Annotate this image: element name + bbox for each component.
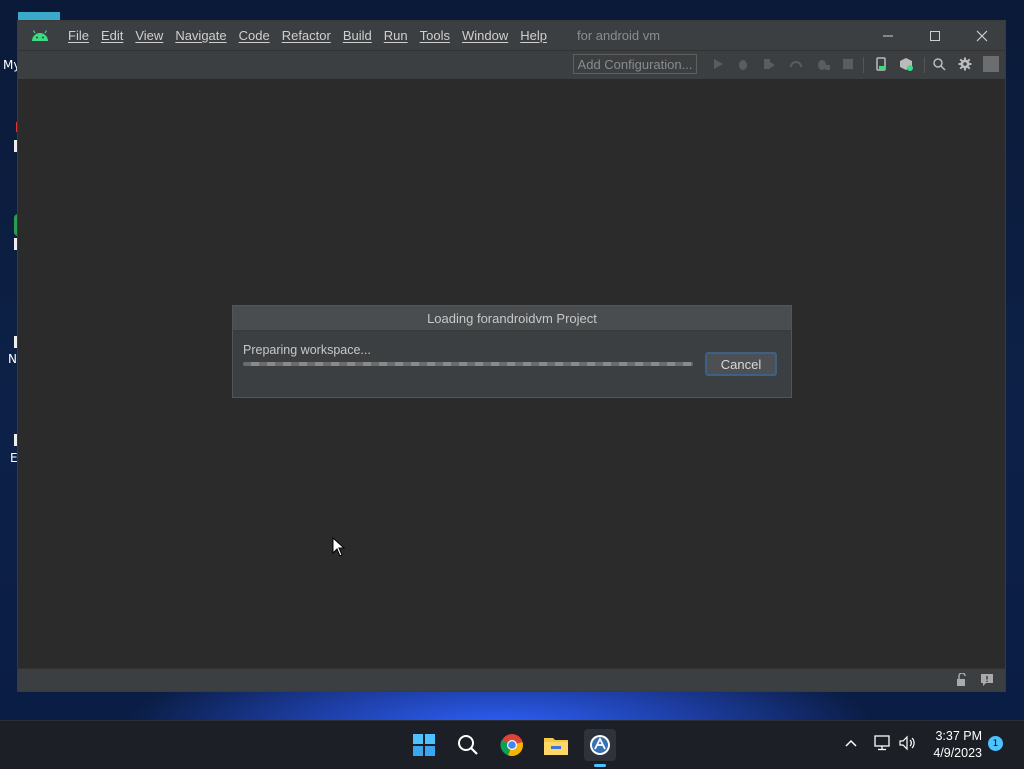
progress-bar: [243, 362, 693, 366]
menu-tools[interactable]: Tools: [414, 28, 456, 43]
menu-navigate[interactable]: Navigate: [169, 28, 232, 43]
main-toolbar: Add Configuration...: [18, 50, 1005, 80]
read-only-toggle-icon[interactable]: [955, 672, 969, 690]
run-icon[interactable]: [710, 56, 726, 72]
start-icon[interactable]: [408, 729, 440, 761]
clock-time[interactable]: 3:37 PM: [922, 729, 982, 743]
taskbar: 3:37 PM 4/9/2023: [0, 720, 1024, 769]
search-icon[interactable]: [452, 729, 484, 761]
notifications-icon[interactable]: [980, 673, 994, 690]
menu-edit[interactable]: Edit: [95, 28, 129, 43]
mouse-cursor-icon: [332, 536, 346, 560]
close-button[interactable]: [958, 21, 1005, 50]
window-title: for android vm: [576, 28, 661, 43]
android-studio-icon[interactable]: [584, 729, 616, 767]
clock-date[interactable]: 4/9/2023: [922, 746, 982, 760]
progress-bar-fill: [243, 362, 693, 366]
menu-file[interactable]: File: [62, 28, 95, 43]
debug-icon[interactable]: [735, 56, 751, 72]
minimize-icon: [882, 35, 893, 36]
menu-help[interactable]: Help: [514, 28, 553, 43]
toolbar-separator: [924, 57, 925, 73]
dialog-message: Preparing workspace...: [243, 343, 371, 357]
menu-code[interactable]: Code: [233, 28, 276, 43]
stop-icon[interactable]: [840, 56, 856, 72]
status-bar: [18, 668, 1005, 691]
maximize-button[interactable]: [911, 21, 958, 50]
search-everywhere-icon[interactable]: [931, 56, 947, 72]
show-hidden-icons-icon[interactable]: [844, 737, 858, 751]
attach-debugger-icon[interactable]: [815, 56, 831, 72]
title-bar[interactable]: File Edit View Navigate Code Refactor Bu…: [18, 21, 1005, 50]
code-with-me-icon[interactable]: [983, 56, 999, 72]
sdk-manager-icon[interactable]: [898, 56, 914, 72]
close-icon: [976, 30, 987, 41]
menu-window[interactable]: Window: [456, 28, 514, 43]
file-explorer-icon[interactable]: [540, 729, 572, 761]
maximize-icon: [929, 30, 940, 41]
menu-build[interactable]: Build: [337, 28, 378, 43]
add-configuration-button[interactable]: Add Configuration...: [573, 54, 697, 74]
desktop-icon-label: N: [8, 352, 17, 366]
run-with-coverage-icon[interactable]: [761, 56, 777, 72]
volume-icon[interactable]: [899, 735, 917, 754]
minimize-button[interactable]: [864, 21, 911, 50]
notification-badge[interactable]: 1: [988, 736, 1003, 751]
active-app-indicator: [594, 764, 606, 767]
android-logo-icon: [18, 29, 62, 42]
device-manager-icon[interactable]: [873, 56, 889, 72]
toolbar-separator: [863, 57, 864, 73]
settings-gear-icon[interactable]: [957, 56, 973, 72]
loading-project-dialog: Loading forandroidvm Project Preparing w…: [232, 305, 792, 398]
network-icon[interactable]: [874, 735, 892, 754]
cancel-button[interactable]: Cancel: [705, 352, 777, 376]
window-controls: [864, 21, 1005, 50]
menu-view[interactable]: View: [129, 28, 169, 43]
menu-run[interactable]: Run: [378, 28, 414, 43]
dialog-title: Loading forandroidvm Project: [233, 306, 791, 331]
menu-refactor[interactable]: Refactor: [276, 28, 337, 43]
menu-bar: File Edit View Navigate Code Refactor Bu…: [62, 28, 553, 43]
chrome-icon[interactable]: [496, 729, 528, 761]
profiler-icon[interactable]: [788, 56, 804, 72]
